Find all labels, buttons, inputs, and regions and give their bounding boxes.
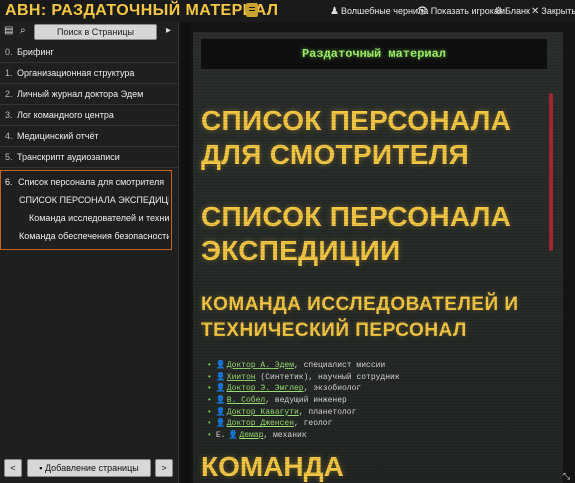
gutter xyxy=(182,22,190,483)
document-icon xyxy=(246,3,258,17)
sidebar-item-personnel-label[interactable]: 6. Список персонала для смотрителя xyxy=(5,173,164,191)
blank-button[interactable]: ⚙ Бланк xyxy=(494,3,530,19)
handout-header: Раздаточный материал xyxy=(201,39,547,69)
doc-subtitle-line-1: СПИСОК ПЕРСОНАЛА xyxy=(201,201,512,232)
person-icon: 👤 xyxy=(215,372,226,382)
doc-title-line-2: ДЛЯ СМОТРИТЕЛЯ xyxy=(201,139,470,170)
chevron-right-icon[interactable]: ▸ xyxy=(166,25,171,36)
gear-icon: ⚙ xyxy=(494,6,503,17)
person-icon: 👤 xyxy=(215,396,226,406)
sidebar-item-org-structure[interactable]: 1. Организационная структура xyxy=(0,63,178,84)
sidebar: ▤ ⌕ Поиск в Страницы ▸ 0. Брифинг 1. Орг… xyxy=(0,22,179,483)
subitem-expedition-list[interactable]: СПИСОК ПЕРСОНАЛА ЭКСПЕДИЦИИ xyxy=(19,191,169,209)
doc-subtitle-line-2: ЭКСПЕДИЦИИ xyxy=(201,235,401,266)
list-item: • 👤Доктор Кавагути, планетолог xyxy=(207,407,357,417)
show-players-button[interactable]: 👁 Показать игрокам xyxy=(416,3,505,19)
document-view: Раздаточный материал СПИСОК ПЕРСОНАЛА ДЛ… xyxy=(179,22,575,483)
subitem-research-team[interactable]: Команда исследователей и технич… xyxy=(29,209,169,227)
section-heading-line-1: КОМАНДА ИССЛЕДОВАТЕЛЕЙ И xyxy=(201,294,519,315)
search-icon[interactable]: ⌕ xyxy=(20,25,26,36)
next-section-heading: КОМАНДА xyxy=(201,451,344,482)
prev-page-button[interactable]: < xyxy=(4,459,22,477)
page-icon[interactable]: ▤ xyxy=(4,25,13,36)
doc-title-line-1: СПИСОК ПЕРСОНАЛА xyxy=(201,105,512,136)
sidebar-item-personnel-list[interactable]: 6. Список персонала для смотрителя СПИСО… xyxy=(0,170,172,250)
close-icon: ✕ xyxy=(531,6,540,17)
sidebar-item-personal-log[interactable]: 2. Личный журнал доктора Эдем xyxy=(0,84,178,105)
list-item: • Е. 👤Демар, механик xyxy=(207,431,307,441)
crew-list: • 👤Доктор А. Эдем, специалист миссии • 👤Хи… xyxy=(207,360,537,442)
person-icon: 👤 xyxy=(228,431,239,441)
search-input[interactable]: Поиск в Страницы xyxy=(34,24,157,40)
magic-ink-button[interactable]: ♟ Волшебные чернила xyxy=(330,3,428,19)
sidebar-item-audio-transcript[interactable]: 5. Транскрипт аудиозаписи xyxy=(0,147,178,168)
page-list: 0. Брифинг 1. Организационная структура … xyxy=(0,42,178,168)
person-icon: 👤 xyxy=(215,407,226,417)
app-title: АВН: РАЗДАТОЧНЫЙ МАТЕРИАЛ xyxy=(5,2,279,19)
sidebar-item-medical-report[interactable]: 4. Медицинский отчёт xyxy=(0,126,178,147)
handout-page: Раздаточный материал СПИСОК ПЕРСОНАЛА ДЛ… xyxy=(193,32,563,483)
list-item: • 👤В. Собел, ведущий инженер xyxy=(207,396,347,406)
person-icon: 👤 xyxy=(215,361,226,370)
sidebar-header: ▤ ⌕ Поиск в Страницы ▸ xyxy=(0,22,178,42)
section-heading-line-2: ТЕХНИЧЕСКИЙ ПЕРСОНАЛ xyxy=(201,320,467,341)
title-bar: АВН: РАЗДАТОЧНЫЙ МАТЕРИАЛ ♟ Волшебные чер… xyxy=(0,0,575,23)
stamp-icon: ♟ xyxy=(330,6,339,17)
person-icon: 👤 xyxy=(215,419,226,429)
resize-icon[interactable]: ⤡ xyxy=(563,471,570,482)
add-page-button[interactable]: ▪ Добавление страницы xyxy=(27,459,151,477)
list-item: • 👤Доктор Дженсен, геолог xyxy=(207,419,333,429)
sidebar-footer: < ▪ Добавление страницы > xyxy=(0,458,178,483)
sidebar-item-command-log[interactable]: 3. Лог командного центра xyxy=(0,105,178,126)
close-button[interactable]: ✕ Закрыть xyxy=(531,3,575,19)
list-item: • 👤Доктор Э. Эмглер, экзобиолог xyxy=(207,384,362,394)
eye-icon: 👁 xyxy=(416,6,429,17)
next-page-button[interactable]: > xyxy=(155,459,173,477)
list-item: • 👤Хиитон (Синтетик), научный сотрудник xyxy=(207,372,400,382)
list-item: • 👤Доктор А. Эдем, специалист миссии xyxy=(207,361,386,370)
subitem-security-team[interactable]: Команда обеспечения безопасности … xyxy=(19,227,169,245)
scrollbar[interactable] xyxy=(549,93,553,251)
sidebar-item-briefing[interactable]: 0. Брифинг xyxy=(0,42,178,63)
person-icon: 👤 xyxy=(215,384,226,394)
